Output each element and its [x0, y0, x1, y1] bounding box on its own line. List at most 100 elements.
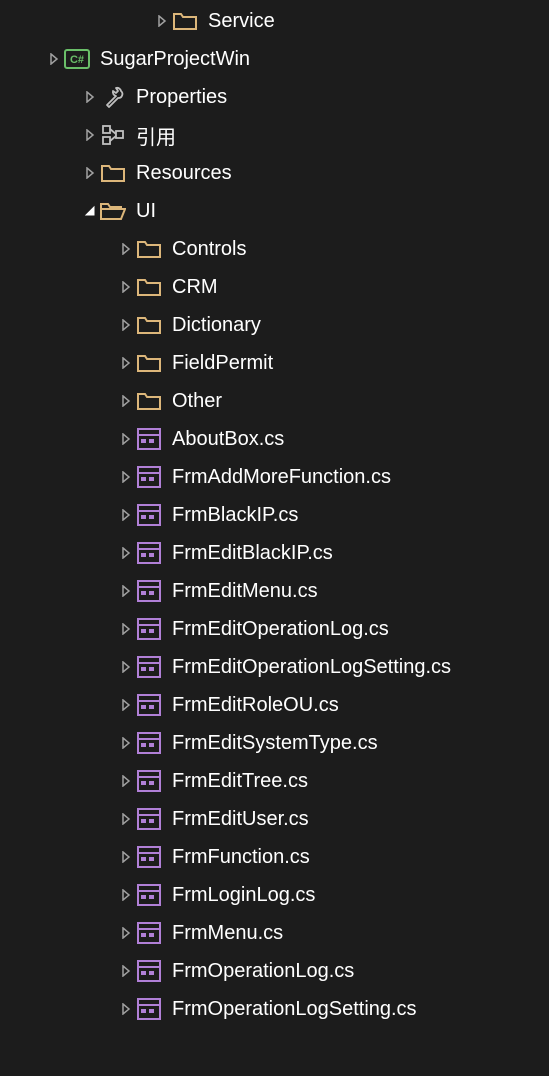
folder-open-icon — [100, 198, 126, 224]
form-icon — [136, 844, 162, 870]
folder-icon — [136, 350, 162, 376]
expander-right-icon[interactable] — [116, 851, 136, 863]
tree-item-label: FrmOperationLog.cs — [172, 960, 354, 983]
expander-right-icon[interactable] — [116, 699, 136, 711]
tree-item-label: FrmEditTree.cs — [172, 770, 308, 793]
form-icon — [136, 426, 162, 452]
form-icon — [136, 692, 162, 718]
tree-item-label: FrmEditOperationLog.cs — [172, 618, 389, 641]
expander-right-icon[interactable] — [116, 889, 136, 901]
expander-right-icon[interactable] — [116, 661, 136, 673]
expander-right-icon[interactable] — [116, 395, 136, 407]
form-icon — [136, 920, 162, 946]
expander-right-icon[interactable] — [116, 965, 136, 977]
expander-right-icon[interactable] — [116, 319, 136, 331]
tree-item-label: FrmOperationLogSetting.cs — [172, 998, 417, 1021]
expander-right-icon[interactable] — [116, 281, 136, 293]
expander-right-icon[interactable] — [116, 813, 136, 825]
file-frmeditoperationlogsetting[interactable]: FrmEditOperationLogSetting.cs — [0, 648, 549, 686]
folder-crm[interactable]: CRM — [0, 268, 549, 306]
folder-service[interactable]: Service — [0, 2, 549, 40]
folder-ui[interactable]: UI — [0, 192, 549, 230]
file-frmeditroleou[interactable]: FrmEditRoleOU.cs — [0, 686, 549, 724]
svg-text:C#: C# — [70, 54, 84, 66]
expander-right-icon[interactable] — [80, 129, 100, 141]
file-frmedituser[interactable]: FrmEditUser.cs — [0, 800, 549, 838]
form-icon — [136, 616, 162, 642]
tree-item-label: FrmLoginLog.cs — [172, 884, 315, 907]
tree-item-label: CRM — [172, 276, 218, 299]
expander-right-icon[interactable] — [116, 737, 136, 749]
csproj-icon: C# — [64, 46, 90, 72]
form-icon — [136, 730, 162, 756]
tree-item-label: Service — [208, 10, 275, 33]
file-frmeditmenu[interactable]: FrmEditMenu.cs — [0, 572, 549, 610]
folder-controls[interactable]: Controls — [0, 230, 549, 268]
file-frmaddmorefunction[interactable]: FrmAddMoreFunction.cs — [0, 458, 549, 496]
form-icon — [136, 540, 162, 566]
expander-right-icon[interactable] — [116, 509, 136, 521]
expander-right-icon[interactable] — [116, 623, 136, 635]
tree-item-label: FrmFunction.cs — [172, 846, 310, 869]
expander-right-icon[interactable] — [116, 585, 136, 597]
file-frmoperationlogsetting[interactable]: FrmOperationLogSetting.cs — [0, 990, 549, 1028]
expander-right-icon[interactable] — [116, 1003, 136, 1015]
tree-item-label: FrmEditRoleOU.cs — [172, 694, 339, 717]
folder-references[interactable]: 引用 — [0, 116, 549, 154]
folder-fieldpermit[interactable]: FieldPermit — [0, 344, 549, 382]
expander-right-icon[interactable] — [80, 167, 100, 179]
file-frmblackip[interactable]: FrmBlackIP.cs — [0, 496, 549, 534]
file-frmeditsystemtype[interactable]: FrmEditSystemType.cs — [0, 724, 549, 762]
references-icon — [100, 122, 126, 148]
form-icon — [136, 996, 162, 1022]
file-frmeditoperationlog[interactable]: FrmEditOperationLog.cs — [0, 610, 549, 648]
folder-icon — [136, 388, 162, 414]
tree-item-label: FrmEditOperationLogSetting.cs — [172, 656, 451, 679]
tree-item-label: FrmEditSystemType.cs — [172, 732, 378, 755]
tree-item-label: Resources — [136, 162, 232, 185]
expander-right-icon[interactable] — [116, 927, 136, 939]
file-frmmenu[interactable]: FrmMenu.cs — [0, 914, 549, 952]
form-icon — [136, 958, 162, 984]
tree-item-label: FrmBlackIP.cs — [172, 504, 298, 527]
tree-item-label: FieldPermit — [172, 352, 273, 375]
tree-item-label: Properties — [136, 86, 227, 109]
folder-resources[interactable]: Resources — [0, 154, 549, 192]
tree-item-label: FrmEditMenu.cs — [172, 580, 318, 603]
file-frmoperationlog[interactable]: FrmOperationLog.cs — [0, 952, 549, 990]
folder-icon — [136, 312, 162, 338]
file-frmeditblackip[interactable]: FrmEditBlackIP.cs — [0, 534, 549, 572]
tree-item-label: FrmAddMoreFunction.cs — [172, 466, 391, 489]
file-frmloginlog[interactable]: FrmLoginLog.cs — [0, 876, 549, 914]
expander-right-icon[interactable] — [116, 357, 136, 369]
folder-other[interactable]: Other — [0, 382, 549, 420]
form-icon — [136, 768, 162, 794]
form-icon — [136, 464, 162, 490]
tree-item-label: FrmMenu.cs — [172, 922, 283, 945]
folder-properties[interactable]: Properties — [0, 78, 549, 116]
folder-icon — [136, 274, 162, 300]
tree-item-label: Controls — [172, 238, 246, 261]
project-sugarprojectwin[interactable]: C# SugarProjectWin — [0, 40, 549, 78]
file-aboutbox[interactable]: AboutBox.cs — [0, 420, 549, 458]
tree-item-label: Other — [172, 390, 222, 413]
expander-right-icon[interactable] — [80, 91, 100, 103]
wrench-icon — [100, 84, 126, 110]
form-icon — [136, 654, 162, 680]
expander-right-icon[interactable] — [152, 15, 172, 27]
expander-right-icon[interactable] — [116, 433, 136, 445]
expander-right-icon[interactable] — [44, 53, 64, 65]
folder-icon — [136, 236, 162, 262]
tree-item-label: SugarProjectWin — [100, 48, 250, 71]
file-frmedittree[interactable]: FrmEditTree.cs — [0, 762, 549, 800]
form-icon — [136, 578, 162, 604]
expander-down-icon[interactable] — [80, 205, 100, 217]
expander-right-icon[interactable] — [116, 471, 136, 483]
expander-right-icon[interactable] — [116, 547, 136, 559]
folder-dictionary[interactable]: Dictionary — [0, 306, 549, 344]
tree-item-label: UI — [136, 200, 156, 223]
form-icon — [136, 882, 162, 908]
expander-right-icon[interactable] — [116, 775, 136, 787]
expander-right-icon[interactable] — [116, 243, 136, 255]
file-frmfunction[interactable]: FrmFunction.cs — [0, 838, 549, 876]
